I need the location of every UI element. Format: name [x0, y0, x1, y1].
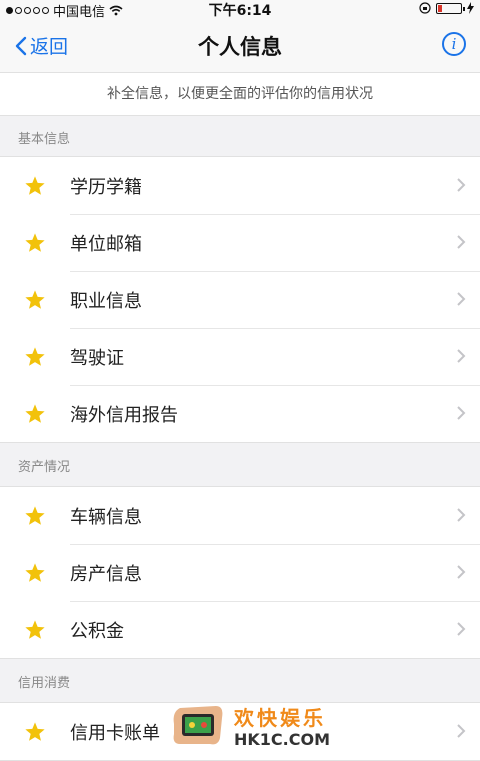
star-icon [25, 620, 45, 639]
chevron-right-icon [457, 235, 466, 249]
list-item-occupation[interactable]: 职业信息 [0, 271, 480, 328]
chevron-right-icon [457, 565, 466, 579]
list-item-label: 公积金 [70, 620, 124, 642]
chevron-right-icon [457, 724, 466, 738]
watermark: 欢快娱乐 HK1C.COM [168, 694, 331, 754]
list-item-label: 学历学籍 [70, 176, 142, 198]
watermark-title: 欢快娱乐 [234, 706, 326, 730]
star-icon [25, 563, 45, 582]
clock: 下午6:14 [208, 3, 272, 19]
list-item-label: 信用卡账单 [70, 722, 160, 744]
section-basic-list: 学历学籍 单位邮箱 职业信息 驾驶证 海外信用报告 [0, 156, 480, 443]
section-assets-list: 车辆信息 房产信息 公积金 [0, 486, 480, 659]
section-header-basic: 基本信息 [0, 116, 480, 156]
star-icon [25, 290, 45, 309]
chevron-right-icon [457, 508, 466, 522]
list-item-property[interactable]: 房产信息 [0, 544, 480, 601]
game-controller-icon [173, 706, 223, 745]
star-icon [25, 347, 45, 366]
chevron-right-icon [457, 178, 466, 192]
list-item-label: 驾驶证 [70, 347, 124, 369]
chevron-right-icon [457, 622, 466, 636]
list-item-label: 单位邮箱 [70, 233, 142, 255]
section-header-assets: 资产情况 [0, 444, 480, 484]
battery-icon [436, 2, 465, 14]
list-item-label: 车辆信息 [70, 506, 142, 528]
orientation-lock-icon [419, 2, 431, 14]
star-icon [25, 404, 45, 423]
list-item-vehicle[interactable]: 车辆信息 [0, 487, 480, 544]
list-item-label: 职业信息 [70, 290, 142, 312]
star-icon [25, 506, 45, 525]
charging-icon [467, 2, 474, 14]
list-item-overseas-credit-report[interactable]: 海外信用报告 [0, 385, 480, 442]
star-icon [25, 722, 45, 741]
list-item-work-email[interactable]: 单位邮箱 [0, 214, 480, 271]
list-item-drivers-license[interactable]: 驾驶证 [0, 328, 480, 385]
status-bar: 中国电信 下午6:14 [0, 0, 480, 20]
page-title: 个人信息 [198, 35, 282, 59]
chevron-right-icon [457, 406, 466, 420]
list-item-label: 房产信息 [70, 563, 142, 585]
list-item-education[interactable]: 学历学籍 [0, 157, 480, 214]
info-icon[interactable]: i [442, 32, 466, 56]
chevron-right-icon [457, 292, 466, 306]
notice-banner: 补全信息，以便更全面的评估你的信用状况 [0, 73, 480, 116]
chevron-right-icon [457, 349, 466, 363]
list-item-housing-fund[interactable]: 公积金 [0, 601, 480, 658]
list-item-label: 海外信用报告 [70, 404, 178, 426]
status-right [419, 2, 474, 14]
star-icon [25, 176, 45, 195]
star-icon [25, 233, 45, 252]
watermark-site: HK1C.COM [234, 730, 331, 749]
navigation-bar: 返回 个人信息 i [0, 18, 480, 73]
